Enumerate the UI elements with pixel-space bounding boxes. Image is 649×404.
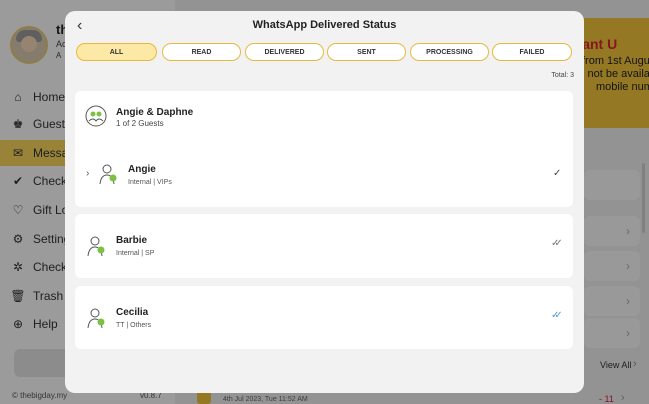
delivered-double-check-icon: ✓✓ [551, 238, 563, 249]
group-count: 1 of 2 Guests [116, 119, 164, 128]
guest-meta: Internal | VIPs [128, 179, 172, 186]
group-name: Angie & Daphne [116, 107, 194, 118]
tab-delivered[interactable]: DELIVERED [245, 43, 324, 61]
guest-card[interactable]: Cecilia TT | Others ✓✓ [75, 286, 573, 349]
guest-meta: TT | Others [116, 322, 152, 329]
guest-icon [99, 164, 117, 185]
guest-name: Cecilia [116, 307, 149, 318]
guest-icon [87, 308, 105, 329]
guest-icon [87, 236, 105, 257]
total-count: Total: 3 [551, 72, 574, 79]
read-double-check-icon: ✓✓ [551, 310, 563, 321]
chevron-right-icon[interactable]: › [86, 168, 89, 179]
tab-failed[interactable]: FAILED [492, 43, 572, 61]
status-modal: ‹ WhatsApp Delivered Status ALL READ DELIV… [65, 11, 584, 393]
guest-name: Angie [128, 164, 156, 175]
tab-sent[interactable]: SENT [327, 43, 406, 61]
tab-read[interactable]: READ [162, 43, 241, 61]
guest-name: Barbie [116, 235, 148, 246]
group-icon [85, 105, 107, 127]
group-card[interactable]: Angie & Daphne 1 of 2 Guests › Angie Int… [75, 91, 573, 207]
guest-meta: Internal | SP [116, 250, 155, 257]
sent-check-icon: ✓ [553, 168, 562, 179]
guest-card[interactable]: Barbie Internal | SP ✓✓ [75, 214, 573, 278]
modal-title: WhatsApp Delivered Status [252, 19, 397, 31]
tab-all[interactable]: ALL [76, 43, 157, 61]
tab-processing[interactable]: PROCESSING [410, 43, 489, 61]
